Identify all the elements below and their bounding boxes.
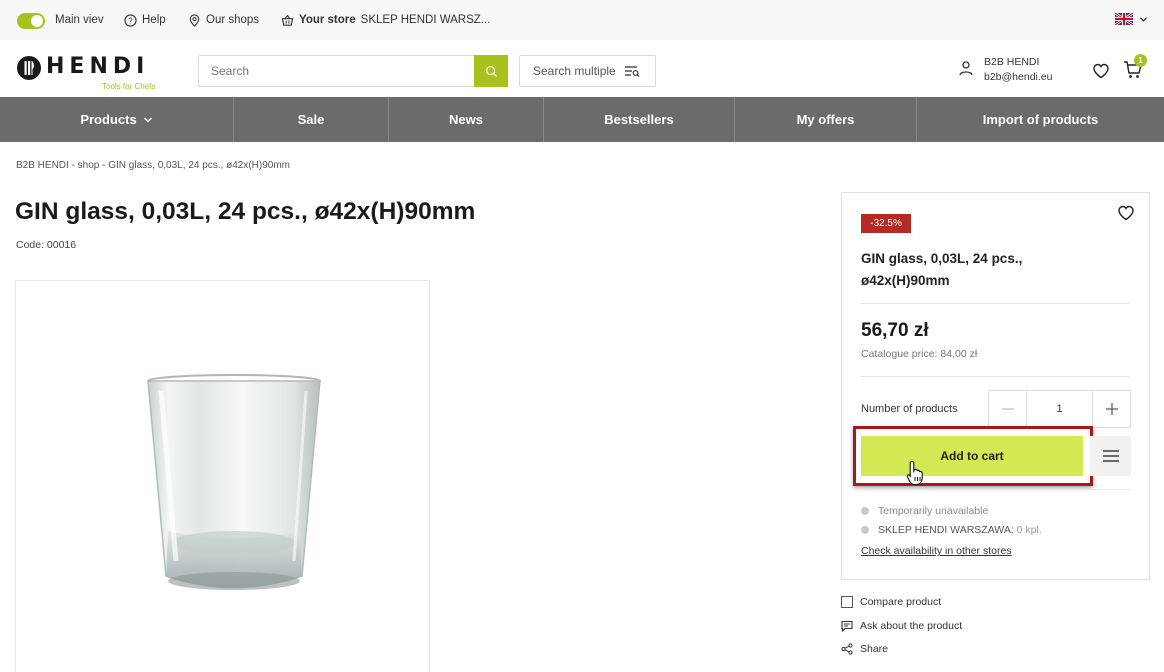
location-pin-icon bbox=[189, 13, 200, 27]
more-options-button[interactable] bbox=[1090, 436, 1131, 476]
price: 56,70 zł bbox=[861, 320, 929, 341]
nav-item-sale[interactable]: Sale bbox=[234, 97, 389, 142]
our-shops-link[interactable]: Our shops bbox=[188, 0, 259, 40]
quantity-stepper: 1 bbox=[988, 390, 1131, 428]
store-stock-value: 0 kpl. bbox=[1016, 524, 1042, 536]
logo-mark-icon bbox=[17, 56, 41, 80]
nav-item-label: My offers bbox=[796, 112, 855, 127]
nav-item-label: Sale bbox=[297, 112, 325, 127]
nav-item-news[interactable]: News bbox=[389, 97, 544, 142]
language-selector[interactable] bbox=[1115, 13, 1148, 25]
help-text: Help bbox=[142, 14, 166, 26]
top-utility-bar: Main viev ? Help Our shops Your store SK… bbox=[0, 0, 1164, 40]
ask-label: Ask about the product bbox=[860, 620, 963, 632]
help-icon: ? bbox=[124, 13, 137, 27]
divider bbox=[861, 303, 1130, 304]
nav-item-label: Products bbox=[80, 112, 137, 127]
quantity-decrease-button[interactable] bbox=[989, 391, 1026, 427]
store-stock-line: SKLEP HENDI WARSZAWA: 0 kpl. bbox=[861, 524, 1042, 536]
compare-product[interactable]: Compare product bbox=[841, 596, 941, 608]
cart-count-badge: 1 bbox=[1134, 54, 1147, 67]
help-link[interactable]: ? Help bbox=[124, 0, 166, 40]
search-input[interactable] bbox=[211, 64, 451, 78]
compare-label: Compare product bbox=[860, 596, 942, 608]
list-search-icon bbox=[624, 66, 640, 77]
plus-icon bbox=[1105, 403, 1118, 415]
main-view-toggle[interactable] bbox=[17, 13, 45, 29]
your-store-name: SKLEP HENDI WARSZ... bbox=[360, 14, 491, 26]
nav-item-bestsellers[interactable]: Bestsellers bbox=[544, 97, 735, 142]
quantity-label: Number of products bbox=[861, 403, 958, 415]
add-to-wishlist-heart-icon[interactable] bbox=[1117, 204, 1135, 222]
catalogue-price: Catalogue price: 84,00 zł bbox=[861, 348, 978, 360]
chevron-down-icon bbox=[143, 117, 152, 122]
hamburger-menu-icon bbox=[1102, 450, 1119, 462]
discount-badge: -32.5% bbox=[861, 214, 911, 233]
quantity-input[interactable]: 1 bbox=[1026, 391, 1093, 427]
availability-status: Temporarily unavailable bbox=[861, 505, 988, 517]
breadcrumb[interactable]: B2B HENDI - shop - GIN glass, 0,03L, 24 … bbox=[16, 160, 290, 171]
panel-product-name: GIN glass, 0,03L, 24 pcs., ø42x(H)90mm bbox=[861, 251, 1023, 288]
share-label: Share bbox=[860, 643, 889, 655]
store-basket-icon bbox=[281, 14, 294, 26]
divider bbox=[861, 376, 1130, 377]
wishlist-heart-icon[interactable] bbox=[1092, 62, 1110, 80]
add-to-cart-button[interactable]: Add to cart bbox=[861, 436, 1083, 476]
our-shops-text: Our shops bbox=[206, 14, 260, 26]
nav-item-import-of-products[interactable]: Import of products bbox=[917, 97, 1164, 142]
product-image bbox=[147, 374, 321, 590]
hand-cursor-icon bbox=[906, 460, 923, 486]
store-stock-label: SKLEP HENDI WARSZAWA: bbox=[878, 524, 1014, 536]
divider bbox=[861, 489, 1130, 490]
product-code: Code: 00016 bbox=[16, 239, 77, 251]
your-store-selector[interactable]: Your store SKLEP HENDI WARSZ... bbox=[281, 0, 490, 40]
svg-text:?: ? bbox=[128, 16, 133, 25]
share-icon bbox=[841, 643, 853, 655]
nav-item-my-offers[interactable]: My offers bbox=[735, 97, 917, 142]
nav-item-label: Import of products bbox=[982, 112, 1099, 127]
account-email: b2b@hendi.eu bbox=[984, 71, 1053, 83]
user-icon bbox=[959, 61, 973, 76]
search-multiple-label: Search multiple bbox=[533, 64, 616, 78]
product-purchase-panel: -32.5% GIN glass, 0,03L, 24 pcs., ø42x(H… bbox=[841, 192, 1150, 580]
chevron-down-icon bbox=[1139, 16, 1148, 22]
check-availability-link[interactable]: Check availability in other stores bbox=[861, 545, 1012, 557]
page-title: GIN glass, 0,03L, 24 pcs., ø42x(H)90mm bbox=[15, 198, 476, 225]
search-multiple-button[interactable]: Search multiple bbox=[519, 55, 656, 87]
uk-flag-icon bbox=[1115, 13, 1133, 25]
main-view-label[interactable]: Main viev bbox=[55, 0, 104, 40]
main-navigation: Products Sale News Bestsellers My offers… bbox=[0, 97, 1164, 142]
status-dot-icon bbox=[861, 507, 869, 515]
product-image-frame[interactable] bbox=[15, 280, 430, 672]
search-box bbox=[198, 55, 508, 87]
nav-item-label: News bbox=[449, 112, 483, 127]
search-button[interactable] bbox=[474, 55, 508, 87]
your-store-label: Your store bbox=[299, 14, 356, 26]
compare-checkbox[interactable] bbox=[841, 596, 853, 608]
share-link[interactable]: Share bbox=[841, 643, 888, 655]
nav-item-products[interactable]: Products bbox=[0, 97, 234, 142]
main-view-text: Main viev bbox=[55, 14, 104, 26]
quantity-increase-button[interactable] bbox=[1093, 391, 1130, 427]
logo-tagline: Tools for Chefs bbox=[102, 82, 156, 91]
account-name: B2B HENDI bbox=[984, 56, 1040, 68]
availability-text: Temporarily unavailable bbox=[878, 505, 989, 517]
status-dot-icon bbox=[861, 526, 869, 534]
nav-item-label: Bestsellers bbox=[604, 112, 674, 127]
account-menu[interactable]: B2B HENDI b2b@hendi.eu bbox=[958, 55, 1052, 85]
search-icon bbox=[485, 65, 497, 77]
site-header: HENDI Tools for Chefs Search multiple B2… bbox=[0, 40, 1164, 97]
logo-wordmark: HENDI bbox=[46, 54, 150, 79]
minus-icon bbox=[1001, 408, 1014, 410]
ask-about-product-link[interactable]: Ask about the product bbox=[841, 620, 962, 632]
chat-bubble-icon bbox=[841, 620, 853, 632]
add-to-cart-label: Add to cart bbox=[940, 449, 1004, 463]
